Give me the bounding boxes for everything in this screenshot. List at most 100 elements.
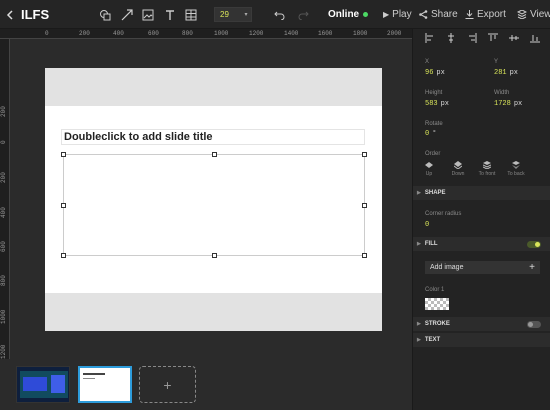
align-center-h-icon[interactable] bbox=[446, 33, 456, 43]
x-field[interactable]: 96 px bbox=[425, 69, 445, 77]
resize-handle-ne[interactable] bbox=[362, 152, 367, 157]
y-unit: px bbox=[509, 69, 519, 77]
expand-caret-icon: ▶ bbox=[417, 241, 421, 247]
ruler-label: 600 bbox=[148, 30, 159, 37]
ruler-label: 400 bbox=[0, 207, 7, 218]
x-value: 96 bbox=[425, 69, 434, 77]
width-field[interactable]: 1728 px bbox=[494, 100, 522, 108]
slide-thumbnail-1[interactable] bbox=[16, 366, 70, 403]
fill-toggle[interactable] bbox=[527, 241, 541, 248]
slide-footer-band[interactable] bbox=[45, 293, 382, 331]
export-label: Export bbox=[477, 9, 506, 20]
share-button[interactable]: Share bbox=[419, 0, 458, 29]
stroke-section-header[interactable]: ▶ STROKE bbox=[413, 317, 550, 331]
ruler-label: 200 bbox=[0, 172, 7, 183]
undo-button[interactable] bbox=[274, 0, 285, 29]
align-top-icon[interactable] bbox=[488, 33, 498, 43]
zoom-dropdown-icon[interactable]: ▾ bbox=[240, 7, 252, 22]
width-value: 1728 bbox=[494, 100, 511, 108]
color-swatch[interactable] bbox=[425, 298, 449, 310]
stroke-toggle[interactable] bbox=[527, 321, 541, 328]
align-middle-icon[interactable] bbox=[509, 33, 519, 43]
y-field[interactable]: 281 px bbox=[494, 69, 518, 77]
export-icon bbox=[465, 10, 474, 19]
ruler-label: 2000 bbox=[387, 30, 402, 37]
corner-radius-value[interactable]: 0 bbox=[425, 221, 429, 229]
resize-handle-sw[interactable] bbox=[61, 253, 66, 258]
shapes-icon bbox=[100, 9, 111, 20]
resize-handle-e[interactable] bbox=[362, 203, 367, 208]
align-bottom-icon[interactable] bbox=[530, 33, 540, 43]
view-button[interactable]: View bbox=[517, 0, 550, 29]
play-icon: ▶ bbox=[383, 10, 390, 19]
image-tool-button[interactable] bbox=[142, 0, 154, 29]
x-unit: px bbox=[436, 69, 445, 77]
selected-shape[interactable] bbox=[61, 152, 367, 258]
order-down-button[interactable]: Down bbox=[446, 161, 470, 177]
slide-title-placeholder[interactable]: Doubleclick to add slide title bbox=[61, 129, 365, 145]
presentation-title[interactable]: ILFS bbox=[21, 0, 49, 29]
ruler-label: 200 bbox=[79, 30, 90, 37]
properties-panel: X 96 px Y 281 px Height 583 px Width 1728 px… bbox=[412, 29, 550, 410]
shapes-tool-button[interactable] bbox=[99, 0, 111, 29]
order-to-front-button[interactable]: To front bbox=[475, 161, 499, 177]
resize-handle-w[interactable] bbox=[61, 203, 66, 208]
order-to-back-button[interactable]: To back bbox=[504, 161, 528, 177]
fill-section-header[interactable]: ▶ FILL bbox=[413, 237, 550, 251]
toggle-knob bbox=[528, 322, 533, 327]
shape-section-label: SHAPE bbox=[424, 190, 446, 196]
share-icon bbox=[419, 10, 428, 19]
ruler-label: 400 bbox=[113, 30, 124, 37]
back-button[interactable] bbox=[6, 0, 14, 29]
align-left-icon[interactable] bbox=[425, 33, 435, 43]
text-section-header[interactable]: ▶ TEXT bbox=[413, 333, 550, 347]
slide-thumbnails: + bbox=[0, 359, 412, 410]
fill-section-label: FILL bbox=[424, 241, 438, 247]
stroke-section-label: STROKE bbox=[424, 321, 450, 327]
slide-thumbnail-2[interactable] bbox=[78, 366, 132, 403]
export-button[interactable]: Export bbox=[465, 0, 506, 29]
text-t-icon bbox=[166, 9, 174, 20]
table-tool-button[interactable] bbox=[185, 0, 197, 29]
ruler-label: 1400 bbox=[284, 30, 299, 37]
slide[interactable]: Doubleclick to add slide title bbox=[45, 68, 382, 331]
align-right-icon[interactable] bbox=[467, 33, 477, 43]
add-slide-button[interactable]: + bbox=[139, 366, 196, 403]
add-image-button[interactable]: Add image + bbox=[425, 261, 540, 274]
ruler-label: 1200 bbox=[249, 30, 264, 37]
expand-caret-icon: ▶ bbox=[417, 190, 421, 196]
image-icon bbox=[142, 9, 154, 20]
slide-header-band[interactable] bbox=[45, 68, 382, 106]
ruler-label: 1000 bbox=[0, 309, 7, 324]
thumbnail-graphic bbox=[51, 375, 65, 393]
view-icon bbox=[517, 10, 527, 19]
resize-handle-se[interactable] bbox=[362, 253, 367, 258]
top-toolbar: ILFS 29 ▾ Online ▶ Play Share Export Vie… bbox=[0, 0, 550, 29]
ruler-label: 200 bbox=[0, 106, 7, 117]
ruler-label: 0 bbox=[0, 140, 7, 144]
resize-handle-s[interactable] bbox=[212, 253, 217, 258]
view-label: View bbox=[530, 9, 550, 20]
redo-button[interactable] bbox=[298, 0, 309, 29]
editor-canvas[interactable]: Doubleclick to add slide title bbox=[10, 39, 412, 359]
shape-section-header[interactable]: ▶ SHAPE bbox=[413, 186, 550, 200]
line-tool-button[interactable] bbox=[121, 0, 133, 29]
ruler-label: 0 bbox=[45, 30, 49, 37]
play-label: Play bbox=[392, 9, 412, 20]
resize-handle-nw[interactable] bbox=[61, 152, 66, 157]
thumbnail-text-line bbox=[83, 378, 95, 379]
height-field[interactable]: 583 px bbox=[425, 100, 449, 108]
horizontal-ruler: 0 200 400 600 800 1000 1200 1400 1600 18… bbox=[0, 29, 412, 39]
color-label: Color 1 bbox=[425, 287, 445, 293]
order-up-button[interactable]: Up bbox=[417, 161, 441, 177]
play-button[interactable]: ▶ Play bbox=[383, 0, 412, 29]
ruler-label: 800 bbox=[0, 275, 7, 286]
redo-icon bbox=[298, 11, 309, 20]
share-label: Share bbox=[431, 9, 458, 20]
order-up-label: Up bbox=[425, 171, 433, 177]
expand-caret-icon: ▶ bbox=[417, 337, 421, 343]
resize-handle-n[interactable] bbox=[212, 152, 217, 157]
rotate-field[interactable]: 0 ° bbox=[425, 130, 436, 138]
text-tool-button[interactable] bbox=[164, 0, 176, 29]
text-section-label: TEXT bbox=[424, 337, 441, 343]
